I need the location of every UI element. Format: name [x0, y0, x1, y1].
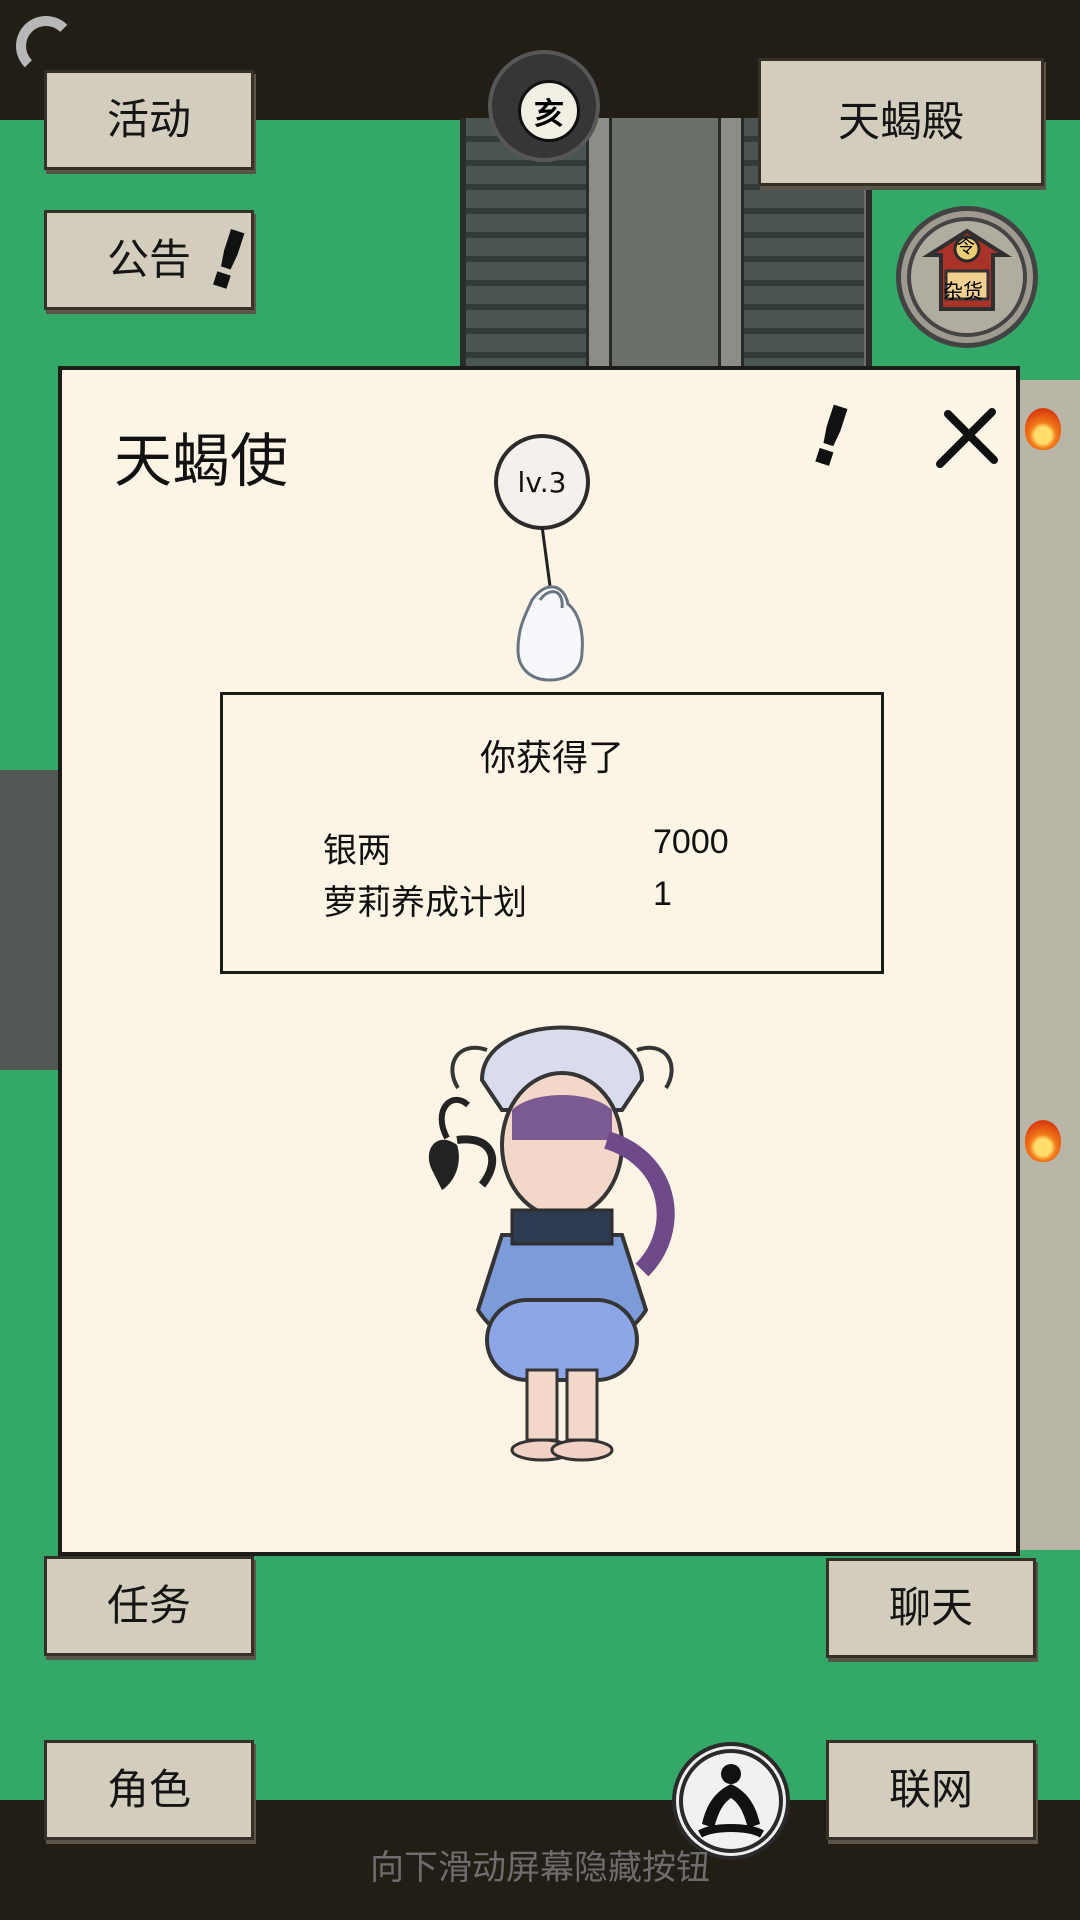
- money-bag-icon: [516, 526, 584, 682]
- torch-fire-icon: [1025, 408, 1061, 450]
- announcement-button-label: 公告: [106, 235, 191, 284]
- reward-value: 7000: [653, 823, 729, 861]
- activity-button[interactable]: 活动: [44, 70, 254, 170]
- close-icon[interactable]: [930, 402, 1002, 474]
- chat-button-label: 聊天: [888, 1583, 973, 1632]
- zodiac-symbol: 亥: [518, 80, 580, 142]
- task-button-label: 任务: [106, 1581, 191, 1630]
- network-button-label: 联网: [888, 1765, 973, 1814]
- zodiac-emblem: 亥: [488, 50, 600, 162]
- torch-fire-icon: [1025, 1120, 1061, 1162]
- reward-value: 1: [653, 875, 672, 913]
- scorpion-hall-label: 天蝎殿: [837, 97, 964, 146]
- role-button[interactable]: 角色: [44, 1740, 254, 1840]
- reward-name: 萝莉养成计划: [323, 883, 527, 923]
- activity-button-label: 活动: [106, 95, 191, 144]
- network-button[interactable]: 联网: [826, 1740, 1036, 1840]
- right-wall: [1015, 380, 1080, 1550]
- dialog-title: 天蝎使: [114, 427, 289, 495]
- left-wall: [0, 770, 65, 1070]
- scorpion-hall-button[interactable]: 天蝎殿: [758, 58, 1044, 186]
- loading-arc-icon: [16, 16, 76, 76]
- chat-button[interactable]: 聊天: [826, 1558, 1036, 1658]
- task-button[interactable]: 任务: [44, 1556, 254, 1656]
- gate-right-column: [718, 118, 744, 378]
- reward-name: 银两: [323, 831, 391, 871]
- shop-label: 杂货: [943, 279, 983, 303]
- footer-hint: 向下滑动屏幕隐藏按钮: [370, 1848, 710, 1888]
- reward-row: 银两 7000: [323, 823, 793, 871]
- role-button-label: 角色: [106, 1765, 191, 1814]
- level-badge: lv.3: [494, 434, 590, 530]
- shop-icon[interactable]: 令 杂货: [896, 206, 1038, 348]
- reward-box: 你获得了 银两 7000 萝莉养成计划 1: [220, 692, 884, 974]
- reward-title: 你获得了: [479, 738, 624, 779]
- dialog-exclamation-icon: !: [798, 386, 864, 489]
- shop-symbol: 令: [957, 237, 975, 258]
- gate-left-column: [586, 118, 612, 378]
- reward-dialog: 天蝎使 ! lv.3 你获得了 银两 7000 萝莉养成计划 1: [58, 366, 1020, 1556]
- level-text: lv.3: [517, 465, 567, 499]
- character-avatar: [428, 1025, 675, 1462]
- reward-row: 萝莉养成计划 1: [323, 875, 793, 923]
